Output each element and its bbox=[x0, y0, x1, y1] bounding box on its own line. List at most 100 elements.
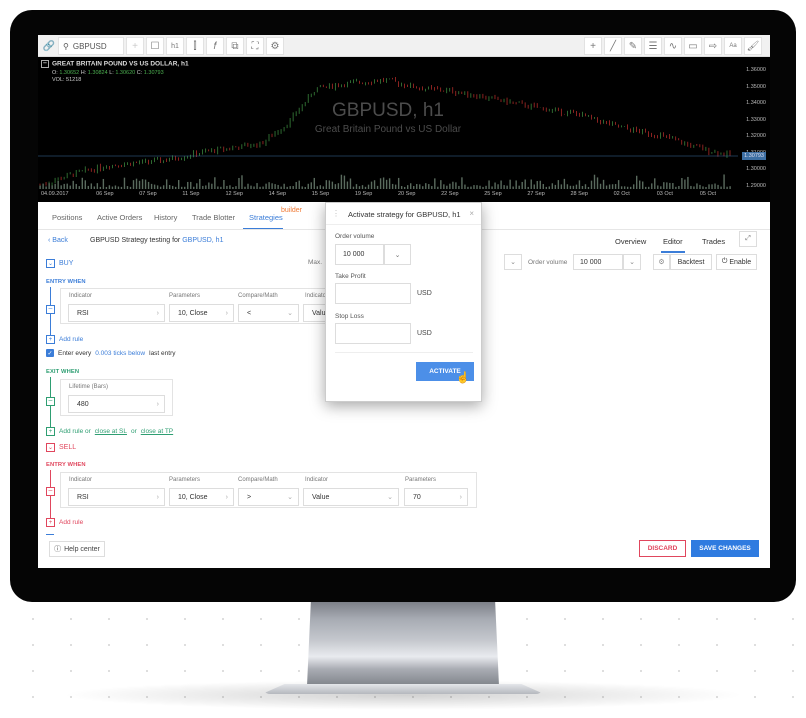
buy-parameters-field[interactable]: 10, Close › bbox=[169, 304, 234, 322]
back-button[interactable]: ‹ Back bbox=[48, 237, 68, 244]
buy-compare-select[interactable]: < ⌄ bbox=[238, 304, 299, 322]
volume-bar bbox=[156, 185, 159, 189]
buy-entry-when-label: ENTRY WHEN bbox=[46, 279, 86, 285]
modal-order-volume-input[interactable]: 10 000 bbox=[335, 244, 384, 265]
enter-every-checkbox[interactable]: ✓ bbox=[46, 349, 54, 357]
gear-icon[interactable]: ⚙ bbox=[653, 254, 670, 270]
buy-section-toggle[interactable]: ⌄ BUY bbox=[46, 259, 73, 268]
volume-bar bbox=[413, 186, 415, 189]
close-icon[interactable]: × bbox=[469, 209, 474, 218]
square-icon[interactable]: ☐ bbox=[146, 37, 164, 55]
tab-overview[interactable]: Overview bbox=[615, 237, 646, 246]
buy-add-rule-button[interactable]: + Add rule bbox=[46, 335, 83, 344]
take-profit-input[interactable] bbox=[335, 283, 411, 304]
volume-bar bbox=[280, 186, 282, 189]
ticks-link[interactable]: 0.003 ticks below bbox=[95, 350, 145, 357]
tab-trade-blotter[interactable]: Trade Blotter bbox=[192, 213, 235, 222]
volume-bar bbox=[729, 186, 731, 189]
symbol-link[interactable]: GBPUSD, h1 bbox=[182, 237, 223, 244]
backtest-button[interactable]: Backtest bbox=[670, 254, 712, 270]
crosshair-icon[interactable]: + bbox=[584, 37, 602, 55]
volume-bar bbox=[90, 183, 93, 189]
order-volume-dropdown[interactable]: ⌄ bbox=[623, 254, 641, 270]
buy-indicator-field[interactable]: RSI › bbox=[68, 304, 165, 322]
sell-add-rule-button[interactable]: + Add rule bbox=[46, 518, 83, 527]
volume-bar bbox=[518, 185, 520, 189]
volume-bar bbox=[331, 181, 334, 189]
volume-bar bbox=[506, 185, 508, 189]
volume-bar bbox=[168, 184, 171, 189]
rectangle-icon[interactable]: ▭ bbox=[684, 37, 702, 55]
volume-bar bbox=[262, 186, 264, 189]
volume-bar bbox=[117, 186, 120, 189]
enable-button[interactable]: ⏻ Enable bbox=[716, 254, 757, 270]
sell-indicator2-select[interactable]: Value ⌄ bbox=[303, 488, 399, 506]
remove-sell-rule-icon[interactable]: – bbox=[46, 487, 55, 496]
fibonacci-icon[interactable]: ☰ bbox=[644, 37, 662, 55]
save-changes-button[interactable]: SAVE CHANGES bbox=[691, 540, 759, 557]
volume-bar bbox=[458, 185, 460, 189]
volume-bar bbox=[593, 174, 596, 189]
settings-icon[interactable]: ⚙ bbox=[266, 37, 284, 55]
volume-bar bbox=[530, 179, 532, 189]
volume-bar bbox=[654, 178, 656, 189]
link-icon[interactable]: 🔗 bbox=[40, 37, 58, 55]
sell-parameters-field[interactable]: 10, Close › bbox=[169, 488, 234, 506]
tab-strategies[interactable]: Strategies bbox=[249, 213, 283, 222]
volume-bar bbox=[250, 185, 252, 189]
timeframe-button[interactable]: h1 bbox=[166, 37, 184, 55]
bottom-tabs: Positions Active Orders History Trade Bl… bbox=[38, 205, 328, 230]
tab-trades[interactable]: Trades bbox=[702, 237, 725, 246]
brush-icon[interactable]: 🖌 bbox=[744, 37, 762, 55]
volume-bar bbox=[632, 184, 635, 189]
indicators-icon[interactable]: 𝑓 bbox=[206, 37, 224, 55]
expand-icon[interactable]: ⤢ bbox=[739, 231, 757, 247]
arrow-icon[interactable]: ⇨ bbox=[704, 37, 722, 55]
volume-bar bbox=[81, 177, 83, 189]
stop-loss-label: Stop Loss bbox=[335, 313, 364, 320]
wave-icon[interactable]: ∿ bbox=[664, 37, 682, 55]
plus-icon[interactable]: + bbox=[46, 427, 55, 436]
candles-icon[interactable]: ⫿ bbox=[186, 37, 204, 55]
lifetime-field[interactable]: 480 › bbox=[68, 395, 165, 413]
tab-history[interactable]: History bbox=[154, 213, 177, 222]
close-at-tp-link[interactable]: close at TP bbox=[141, 428, 173, 435]
stop-loss-input[interactable] bbox=[335, 323, 411, 344]
volume-bar bbox=[187, 181, 189, 189]
volume-bar bbox=[247, 183, 249, 189]
drag-handle-icon[interactable]: ⋮ bbox=[332, 209, 340, 218]
line-icon[interactable]: ╱ bbox=[604, 37, 622, 55]
volume-bar bbox=[720, 186, 722, 189]
volume-bar bbox=[307, 183, 309, 189]
order-volume-input[interactable]: 10 000 bbox=[573, 254, 623, 270]
help-center-button[interactable]: ⓘ Help center bbox=[49, 541, 105, 557]
chevron-down-icon[interactable]: ⌄ bbox=[384, 244, 411, 265]
tab-editor[interactable]: Editor bbox=[663, 237, 683, 246]
tab-active-orders[interactable]: Active Orders bbox=[97, 213, 142, 222]
sell-parameters2-field[interactable]: 70 › bbox=[404, 488, 468, 506]
volume-bar bbox=[669, 182, 671, 189]
exit-add-rule-row: + Add rule or close at SL or close at TP bbox=[46, 427, 173, 436]
volume-bar bbox=[256, 183, 258, 189]
sell-section-toggle[interactable]: ⌄ SELL bbox=[46, 443, 76, 452]
sell-indicator-field[interactable]: RSI › bbox=[68, 488, 165, 506]
remove-exit-rule-icon[interactable]: – bbox=[46, 397, 55, 406]
volume-bar bbox=[639, 180, 641, 189]
chart-header: – GREAT BRITAIN POUND VS US DOLLAR, h1 bbox=[41, 60, 189, 68]
sell-compare-select[interactable]: > ⌄ bbox=[238, 488, 299, 506]
discard-button[interactable]: DISCARD bbox=[639, 540, 686, 557]
templates-icon[interactable]: ⧉ bbox=[226, 37, 244, 55]
collapse-icon[interactable]: – bbox=[41, 60, 49, 68]
close-at-sl-link[interactable]: close at SL bbox=[95, 428, 127, 435]
volume-bar bbox=[388, 178, 391, 189]
tab-positions[interactable]: Positions bbox=[52, 213, 82, 222]
remove-rule-icon[interactable]: – bbox=[46, 305, 55, 314]
text-icon[interactable]: Aa bbox=[724, 37, 742, 55]
fullscreen-icon[interactable]: ⛶ bbox=[246, 37, 264, 55]
pencil-icon[interactable]: ✎ bbox=[624, 37, 642, 55]
exit-add-rule-button[interactable]: Add rule or bbox=[59, 428, 91, 435]
symbol-search-input[interactable]: ⚲ GBPUSD bbox=[58, 37, 124, 55]
add-symbol-button[interactable]: + bbox=[126, 37, 144, 55]
dropdown-chevron[interactable]: ⌄ bbox=[504, 254, 522, 270]
price-chart[interactable]: – GREAT BRITAIN POUND VS US DOLLAR, h1 O:… bbox=[38, 57, 770, 202]
